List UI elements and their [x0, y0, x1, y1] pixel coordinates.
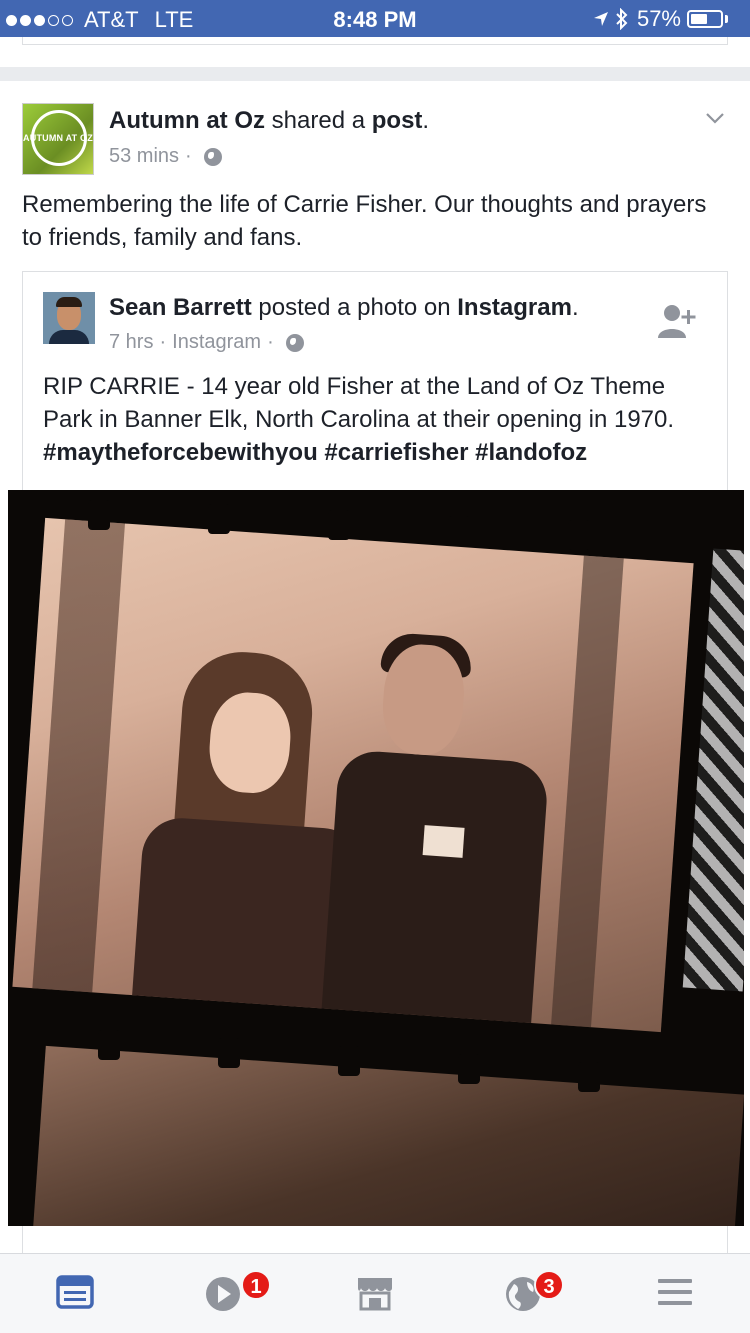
bottom-tab-bar: 1 3	[0, 1253, 750, 1333]
tab-notifications[interactable]: 3	[450, 1254, 600, 1333]
previous-post-card	[0, 37, 750, 67]
tab-video[interactable]: 1	[150, 1254, 300, 1333]
bluetooth-icon	[616, 8, 628, 30]
page-avatar[interactable]: AUTUMN AT OZ	[22, 103, 94, 175]
shared-action-text: posted a photo on	[258, 294, 451, 321]
news-feed-icon	[56, 1275, 94, 1309]
battery-icon	[687, 10, 723, 28]
battery-percentage: 57%	[636, 6, 681, 31]
platform-link[interactable]: Instagram	[457, 294, 572, 321]
post-link[interactable]: post	[372, 107, 423, 134]
public-globe-icon	[285, 333, 304, 352]
location-arrow-icon	[593, 12, 608, 26]
author-avatar[interactable]	[43, 292, 95, 344]
chevron-down-icon[interactable]	[706, 109, 724, 127]
feed-post-card: AUTUMN AT OZ Autumn at Oz shared a post.…	[0, 81, 750, 1253]
tab-marketplace[interactable]	[300, 1254, 450, 1333]
post-action-text: shared a	[271, 107, 366, 134]
film-frame-main	[12, 517, 694, 1033]
hashtags[interactable]: #maytheforcebewithyou #carriefisher #lan…	[43, 439, 587, 466]
film-frame-next	[31, 1045, 744, 1226]
status-indicators: 57%	[593, 6, 728, 32]
post-meta: 53 mins ·	[109, 145, 222, 168]
status-bar: AT&T LTE 8:48 PM 57%	[0, 0, 750, 37]
shared-post-meta: 7 hrs · Instagram ·	[109, 331, 304, 354]
tab-news-feed[interactable]	[0, 1254, 150, 1333]
author-name-link[interactable]: Sean Barrett	[109, 294, 252, 321]
public-globe-icon	[203, 147, 222, 166]
shared-post[interactable]: Sean Barrett posted a photo on Instagram…	[8, 271, 744, 1253]
video-play-icon	[206, 1277, 240, 1311]
shared-post-source: Instagram	[172, 331, 262, 353]
tab-menu[interactable]	[600, 1254, 750, 1333]
video-notification-badge: 1	[241, 1270, 271, 1300]
post-message: Remembering the life of Carrie Fisher. O…	[22, 191, 707, 251]
post-photo[interactable]	[8, 490, 744, 1226]
page-name-link[interactable]: Autumn at Oz	[109, 107, 265, 134]
post-timestamp[interactable]: 53 mins	[109, 145, 179, 168]
avatar-logo-text: AUTUMN AT OZ	[23, 133, 93, 143]
add-friend-icon[interactable]	[657, 302, 699, 340]
hamburger-menu-icon	[658, 1279, 692, 1305]
marketplace-shop-icon	[358, 1278, 392, 1311]
shared-post-timestamp[interactable]: 7 hrs	[109, 331, 153, 354]
post-header: Autumn at Oz shared a post.	[109, 107, 430, 134]
notifications-badge: 3	[534, 1270, 564, 1300]
shared-post-header: Sean Barrett posted a photo on Instagram…	[109, 294, 579, 321]
shared-post-message: RIP CARRIE - 14 year old Fisher at the L…	[43, 373, 675, 466]
